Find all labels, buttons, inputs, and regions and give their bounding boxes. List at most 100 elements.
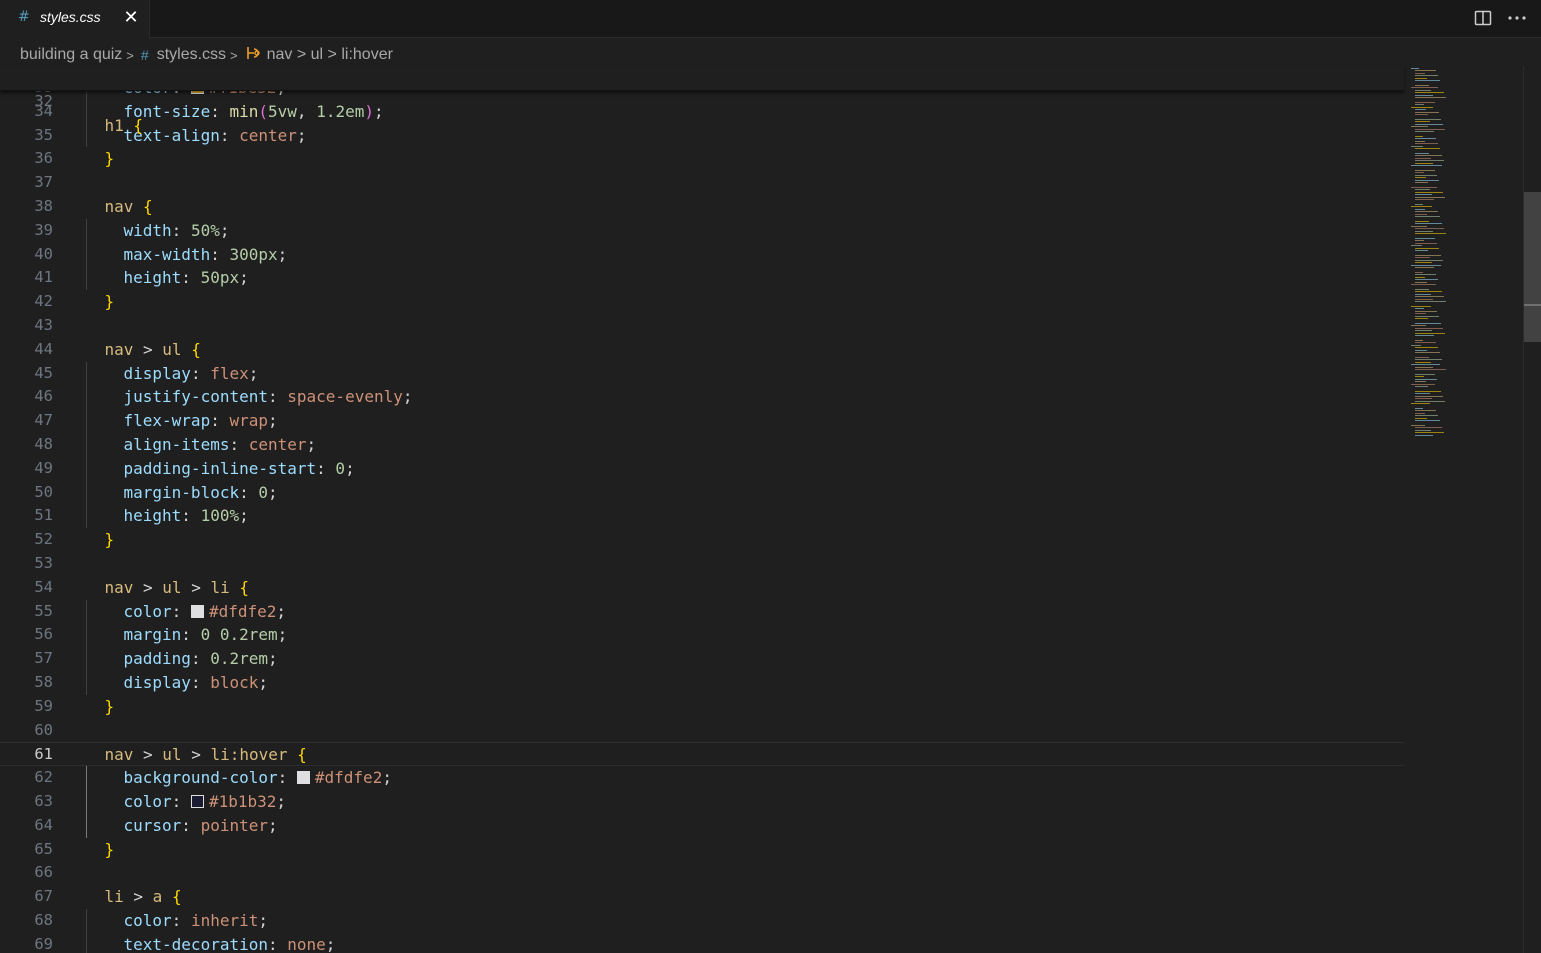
code-line[interactable]: 51 height: 100%; [0,504,1404,528]
code-line[interactable]: 38 nav { [0,195,1404,219]
breadcrumb-file[interactable]: styles.css [157,46,226,64]
minimap-line [1415,359,1442,361]
code-text: font-size: min(5vw, 1.2em); [124,100,384,124]
code-line[interactable]: 57 padding: 0.2rem; [0,647,1404,671]
code-text: li > a { [105,885,182,909]
code-line[interactable]: 62 background-color: #dfdfe2; [0,766,1404,790]
token: ( [258,101,269,121]
close-icon[interactable]: ✕ [122,8,140,28]
token: 5vw [268,101,297,121]
code-line[interactable]: 42} [0,290,1404,314]
code-text: nav > ul { [105,338,201,362]
token: color [123,601,172,621]
color-swatch[interactable] [190,604,204,618]
minimap-line [1415,393,1430,395]
code-line[interactable]: 58 display: block; [0,671,1404,695]
minimap-line [1411,225,1427,227]
code-line[interactable]: 37 [0,171,1404,195]
breadcrumb-folder[interactable]: building a quiz [20,46,122,64]
code-line[interactable]: 68 color: inherit; [0,909,1404,933]
breadcrumb-symbol[interactable]: nav > ul > li:hover [267,46,393,64]
code-line[interactable]: 35 text-align: center; [0,124,1404,148]
code-line[interactable]: 63 color: #1b1b32; [0,790,1404,814]
code-line[interactable]: 34 font-size: min(5vw, 1.2em); [0,100,1404,124]
minimap-line [1415,153,1429,154]
code-line[interactable]: 44 nav > ul { [0,338,1404,362]
line-number: 47 [34,411,53,430]
minimap-line [1415,140,1425,142]
code-editor[interactable]: 33color: #f1be32;34font-size: min(5vw, 1… [0,66,1404,953]
token: { [191,339,201,359]
code-line[interactable]: 67 li > a { [0,885,1404,909]
code-line[interactable]: 48 align-items: center; [0,433,1404,457]
minimap[interactable] [1408,66,1523,953]
token: > [133,887,153,907]
token: ; [268,482,278,502]
code-text: nav { [105,195,153,219]
code-text: align-items: center; [124,433,317,457]
minimap-line [1415,340,1423,341]
token: 0.2rem [210,649,268,669]
line-number: 66 [34,863,53,882]
code-line[interactable]: 41 height: 50px; [0,266,1404,290]
token: align-items [123,435,230,454]
code-line[interactable]: 56 margin: 0 0.2rem; [0,623,1404,647]
minimap-line [1415,97,1446,98]
code-line[interactable]: 65} [0,838,1404,862]
minimap-line [1415,111,1439,113]
code-line[interactable]: 47 flex-wrap: wrap; [0,409,1404,433]
code-line[interactable]: 50 margin-block: 0; [0,481,1404,505]
token: text-decoration [123,934,269,953]
minimap-line [1415,257,1430,259]
minimap-line [1415,298,1433,300]
token: margin-block [123,482,240,502]
token: 0 [258,482,268,502]
code-line[interactable]: 39 width: 50%; [0,219,1404,243]
token: : [181,815,201,835]
minimap-line [1415,172,1424,174]
code-line[interactable]: 49 padding-inline-start: 0; [0,457,1404,481]
minimap-line [1415,85,1429,86]
token: 50% [190,220,220,240]
sticky-scroll-header[interactable]: 32 h1 { [0,66,1404,135]
code-line[interactable]: 59} [0,695,1404,719]
split-editor-icon[interactable] [1473,6,1493,30]
token: : [268,934,288,953]
token: height [123,506,182,526]
token: : [210,101,230,121]
code-line[interactable]: 43 [0,314,1404,338]
vertical-scrollbar[interactable] [1523,66,1541,953]
line-number: 45 [34,363,53,382]
line-number: 55 [34,601,53,620]
token: 100% [200,506,240,526]
tab-styles-css[interactable]: # styles.css ✕ [0,0,150,38]
token: none [287,934,326,953]
token: a [152,887,172,907]
more-actions-icon[interactable] [1507,6,1527,30]
code-line[interactable]: 45 display: flex; [0,362,1404,386]
code-line[interactable]: 60 [0,719,1404,743]
token: } [104,292,115,312]
minimap-line [1415,211,1438,213]
code-line[interactable]: 66 [0,861,1404,885]
scrollbar-thumb[interactable] [1524,192,1541,342]
token: block [210,673,259,692]
code-line[interactable]: 64 cursor: pointer; [0,814,1404,838]
code-line[interactable]: 61 nav > ul > li:hover { [0,742,1404,767]
color-swatch[interactable] [190,795,204,808]
code-line[interactable]: 40 max-width: 300px; [0,243,1404,267]
minimap-line [1415,378,1437,380]
code-line[interactable]: 46 justify-content: space-evenly; [0,385,1404,409]
code-line[interactable]: 52} [0,528,1404,552]
code-line[interactable]: 36} [0,147,1404,171]
minimap-line [1415,138,1436,140]
code-text: height: 50px; [124,266,249,290]
minimap-line [1415,296,1444,298]
code-line[interactable]: 54 nav > ul > li { [0,576,1404,600]
code-line[interactable]: 69 text-decoration: none; [0,933,1404,953]
minimap-line [1415,410,1436,412]
code-line[interactable]: 55 color: #dfdfe2; [0,600,1404,624]
color-swatch[interactable] [296,771,310,785]
minimap-line [1415,386,1428,387]
code-line[interactable]: 53 [0,552,1404,576]
